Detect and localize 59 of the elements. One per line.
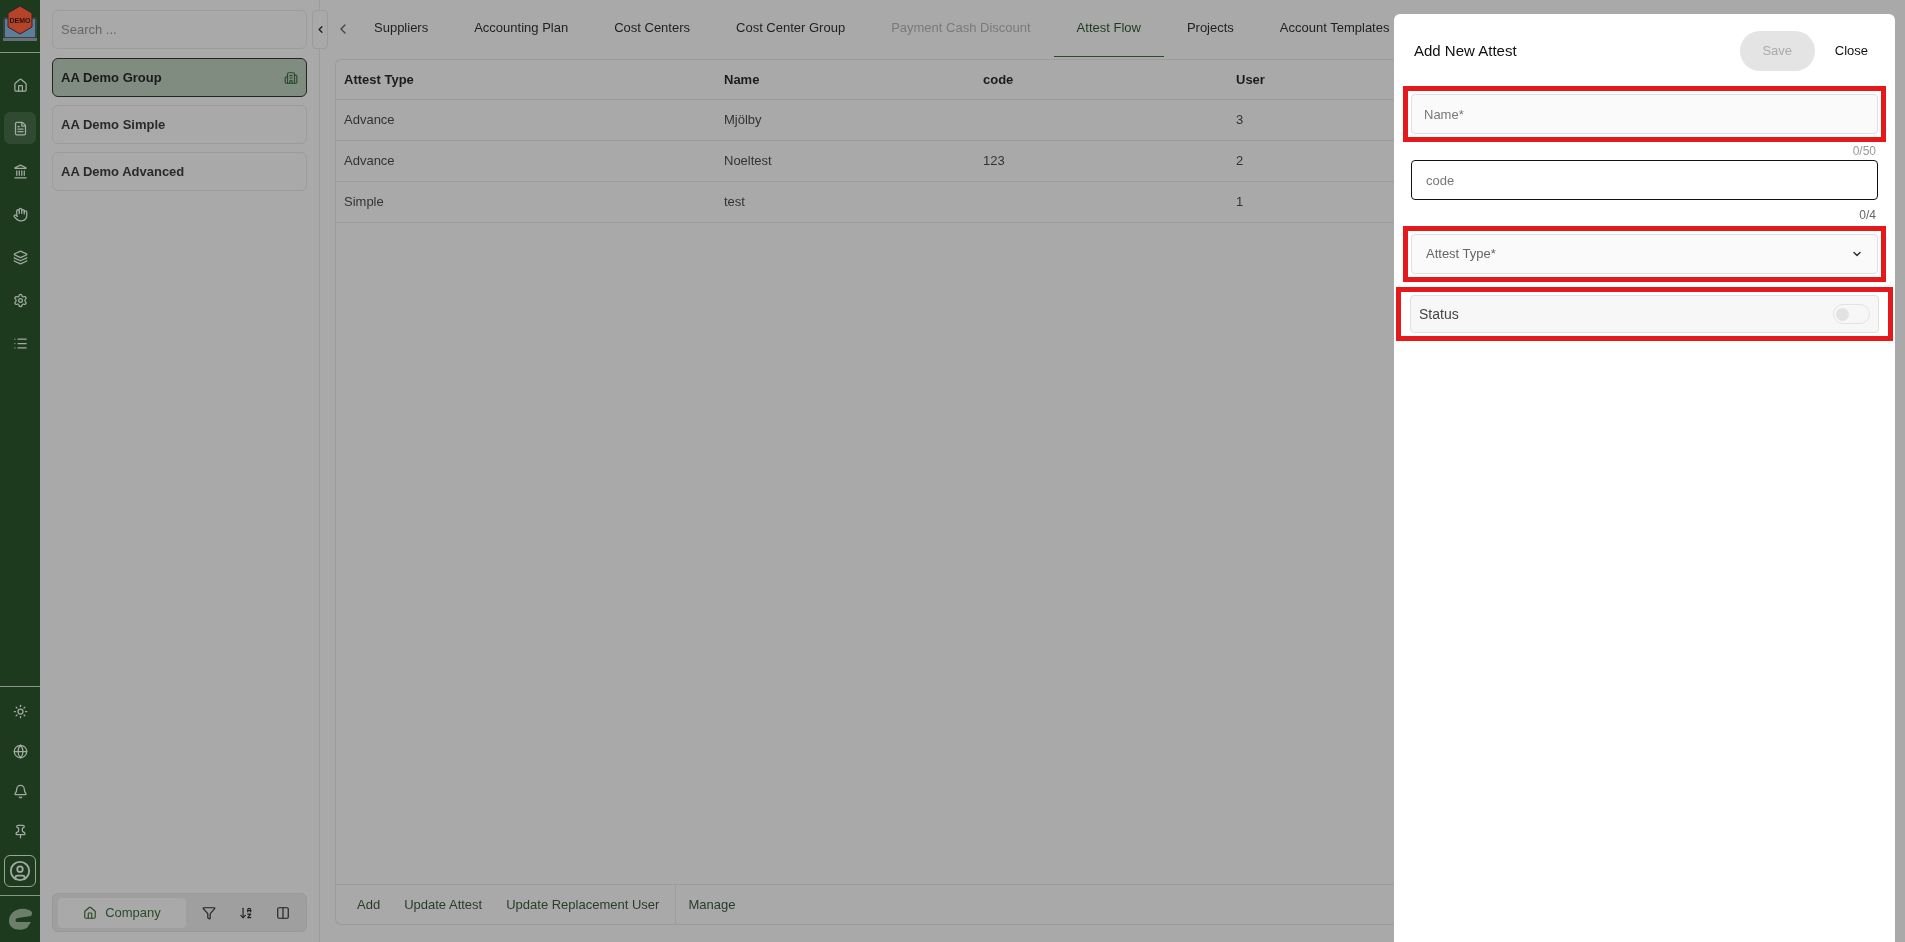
table-cell: test: [724, 194, 745, 210]
tab[interactable]: Accounting Plan: [451, 0, 592, 57]
tab[interactable]: Cost Centers: [591, 0, 714, 57]
company-item[interactable]: AA Demo Group: [52, 58, 307, 97]
tab[interactable]: Cost Center Group: [713, 0, 869, 57]
table-cell: 3: [1236, 112, 1244, 128]
drawer-title: Add New Attest: [1414, 40, 1518, 61]
building-icon: [284, 70, 298, 85]
column-header: User: [1235, 70, 1266, 89]
table-cell: Mjölby: [724, 112, 762, 128]
sun-icon: [12, 703, 28, 719]
company-item[interactable]: AA Demo Advanced: [52, 152, 307, 191]
home-icon: [12, 77, 28, 93]
table-cell: Noeltest: [724, 153, 772, 169]
tab[interactable]: Attest Flow: [1053, 0, 1164, 57]
nav-button[interactable]: [4, 855, 36, 887]
code-field[interactable]: code: [1411, 160, 1878, 200]
bell-icon: [12, 783, 28, 799]
tab[interactable]: Suppliers: [351, 0, 452, 57]
user-icon: [9, 860, 31, 882]
table-cell: 123: [983, 153, 1005, 169]
table-cell: Advance: [344, 112, 395, 128]
nav-button[interactable]: [4, 112, 36, 144]
table-cell: Simple: [344, 194, 384, 210]
company-button[interactable]: Company: [58, 897, 186, 928]
search-field[interactable]: Search ...: [52, 10, 307, 49]
house-icon: [83, 905, 98, 920]
tab[interactable]: Projects: [1163, 0, 1257, 57]
list-icon: [12, 335, 28, 351]
table-cell: 2: [1236, 153, 1244, 169]
column-header: Name: [723, 70, 761, 89]
filter-icon[interactable]: [201, 905, 216, 920]
action-button[interactable]: Add: [345, 885, 393, 924]
columns-icon[interactable]: [275, 905, 290, 920]
table-row[interactable]: Simple test 1: [336, 182, 1394, 223]
globe-icon: [12, 743, 28, 759]
close-button[interactable]: Close: [1826, 31, 1876, 71]
status-label: Status: [1419, 304, 1459, 324]
document-icon: [12, 120, 28, 136]
action-button[interactable]: Manage: [676, 885, 748, 924]
table-row[interactable]: Advance Noeltest 123 2: [336, 141, 1394, 182]
character-counter: 0/4: [1859, 207, 1876, 224]
table-cell: 1: [1236, 194, 1244, 210]
settings-icon: [12, 292, 28, 308]
sort-icon[interactable]: [238, 905, 253, 920]
attest-type-select[interactable]: Attest Type*: [1411, 234, 1878, 274]
company-item[interactable]: AA Demo Simple: [52, 105, 307, 144]
column-header: code: [982, 70, 1015, 89]
name-field[interactable]: Name*: [1411, 94, 1878, 134]
stack-icon: [12, 249, 28, 265]
table-cell: Advance: [344, 153, 395, 169]
bank-icon: [12, 163, 28, 179]
character-counter: 0/50: [1852, 143, 1876, 160]
column-header: Attest Type: [343, 70, 415, 89]
table-row[interactable]: Advance Mjölby 3: [336, 100, 1394, 141]
hand-icon: [12, 206, 28, 222]
action-button[interactable]: Update Attest: [392, 885, 495, 924]
pin-icon: [12, 823, 28, 839]
action-button[interactable]: Update Replacement User: [494, 885, 672, 924]
